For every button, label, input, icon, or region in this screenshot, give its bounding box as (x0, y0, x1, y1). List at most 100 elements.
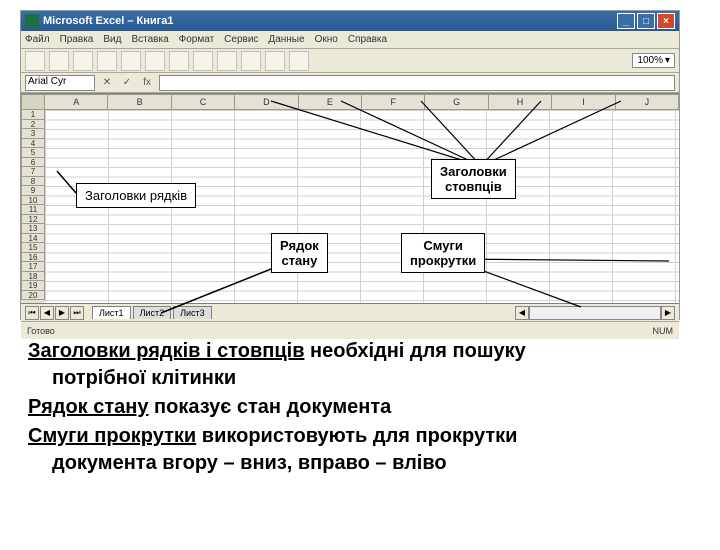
row-header-14[interactable]: 14 (21, 234, 45, 244)
annotation-scrollbars: Смуги прокрутки (401, 233, 485, 273)
sum-button[interactable] (241, 51, 261, 71)
term-scrollbars: Смуги прокрутки (28, 425, 196, 447)
open-button[interactable] (49, 51, 69, 71)
menu-tools[interactable]: Сервис (224, 34, 258, 45)
cancel-icon[interactable]: ✕ (99, 75, 115, 91)
row-header-2[interactable]: 2 (21, 120, 45, 130)
term-row-col-headers: Заголовки рядків і стовпців (28, 340, 305, 362)
standard-toolbar: 100% ▾ (21, 49, 679, 73)
chevron-down-icon: ▾ (665, 55, 670, 66)
name-box[interactable]: Arial Cyr (25, 75, 95, 91)
excel-screenshot: Microsoft Excel – Книга1 _ □ × Файл Прав… (20, 10, 680, 320)
maximize-button[interactable]: □ (637, 13, 655, 29)
annotation-column-headers-l1: Заголовки (440, 164, 507, 179)
sheet-tab-bar: ⏮ ◀ ▶ ⏭ Лист1 Лист2 Лист3 ◀ ▶ (21, 303, 679, 321)
redo-button[interactable] (217, 51, 237, 71)
text-p3-b: використовують для прокрутки (196, 425, 517, 447)
paste-button[interactable] (169, 51, 189, 71)
col-header-E[interactable]: E (299, 94, 362, 110)
fx-icon[interactable]: fx (139, 75, 155, 91)
sheet-tab-2[interactable]: Лист2 (133, 306, 172, 319)
row-header-6[interactable]: 6 (21, 158, 45, 168)
menu-file[interactable]: Файл (25, 34, 50, 45)
col-header-C[interactable]: C (172, 94, 235, 110)
tab-nav-first[interactable]: ⏮ (25, 306, 39, 320)
horizontal-scrollbar[interactable]: ◀ ▶ (515, 306, 675, 320)
col-header-F[interactable]: F (362, 94, 425, 110)
close-button[interactable]: × (657, 13, 675, 29)
menu-format[interactable]: Формат (179, 34, 215, 45)
scroll-track[interactable] (529, 306, 661, 320)
row-header-13[interactable]: 13 (21, 224, 45, 234)
col-header-D[interactable]: D (235, 94, 298, 110)
tab-nav-next[interactable]: ▶ (55, 306, 69, 320)
window-controls: _ □ × (617, 13, 675, 29)
col-header-G[interactable]: G (425, 94, 488, 110)
select-all-corner[interactable] (21, 94, 45, 110)
col-header-A[interactable]: A (45, 94, 108, 110)
col-header-H[interactable]: H (489, 94, 552, 110)
tab-nav-prev[interactable]: ◀ (40, 306, 54, 320)
row-header-11[interactable]: 11 (21, 205, 45, 215)
undo-button[interactable] (193, 51, 213, 71)
menu-edit[interactable]: Правка (60, 34, 94, 45)
row-header-17[interactable]: 17 (21, 262, 45, 272)
menu-data[interactable]: Данные (268, 34, 304, 45)
minimize-button[interactable]: _ (617, 13, 635, 29)
tab-nav-last[interactable]: ⏭ (70, 306, 84, 320)
menu-view[interactable]: Вид (103, 34, 121, 45)
excel-icon (25, 14, 39, 28)
numlock-indicator: NUM (653, 326, 674, 336)
col-header-B[interactable]: B (108, 94, 171, 110)
zoom-value: 100% (637, 55, 663, 66)
row-header-20[interactable]: 20 (21, 291, 45, 301)
zoom-selector[interactable]: 100% ▾ (632, 53, 675, 68)
new-button[interactable] (25, 51, 45, 71)
row-header-7[interactable]: 7 (21, 167, 45, 177)
sheet-tab-1[interactable]: Лист1 (92, 306, 131, 319)
confirm-icon[interactable]: ✓ (119, 75, 135, 91)
scroll-right-icon[interactable]: ▶ (661, 306, 675, 320)
print-button[interactable] (97, 51, 117, 71)
formula-input[interactable] (159, 75, 675, 91)
row-header-12[interactable]: 12 (21, 215, 45, 225)
row-header-10[interactable]: 10 (21, 196, 45, 206)
sort-button[interactable] (265, 51, 285, 71)
row-header-9[interactable]: 9 (21, 186, 45, 196)
row-header-8[interactable]: 8 (21, 177, 45, 187)
cut-button[interactable] (121, 51, 141, 71)
row-header-16[interactable]: 16 (21, 253, 45, 263)
row-header-5[interactable]: 5 (21, 148, 45, 158)
row-header-4[interactable]: 4 (21, 139, 45, 149)
row-header-19[interactable]: 19 (21, 281, 45, 291)
copy-button[interactable] (145, 51, 165, 71)
annotation-scrollbars-l1: Смуги (423, 238, 462, 253)
menubar: Файл Правка Вид Вставка Формат Сервис Да… (21, 31, 679, 49)
text-p2-b: показує стан документа (148, 396, 391, 418)
menu-insert[interactable]: Вставка (131, 34, 168, 45)
window-title: Microsoft Excel – Книга1 (43, 15, 173, 27)
annotation-status-row-l2: стану (281, 253, 317, 268)
menu-window[interactable]: Окно (315, 34, 338, 45)
sheet-tab-3[interactable]: Лист3 (173, 306, 212, 319)
chart-button[interactable] (289, 51, 309, 71)
row-header-3[interactable]: 3 (21, 129, 45, 139)
col-header-J[interactable]: J (616, 94, 679, 110)
row-header-1[interactable]: 1 (21, 110, 45, 120)
column-headers: A B C D E F G H I J (45, 94, 679, 110)
save-button[interactable] (73, 51, 93, 71)
scroll-left-icon[interactable]: ◀ (515, 306, 529, 320)
text-p1-c: потрібної клітинки (28, 365, 692, 392)
term-status-row: Рядок стану (28, 396, 148, 418)
formula-bar: Arial Cyr ✕ ✓ fx (21, 73, 679, 93)
annotation-column-headers-l2: стовпців (445, 179, 502, 194)
menu-help[interactable]: Справка (348, 34, 387, 45)
status-text: Готово (27, 326, 55, 336)
row-header-15[interactable]: 15 (21, 243, 45, 253)
annotation-row-headers-label: Заголовки рядків (85, 188, 187, 203)
row-headers: 1 2 3 4 5 6 7 8 9 10 11 12 13 14 15 16 1… (21, 94, 45, 303)
annotation-scrollbars-l2: прокрутки (410, 253, 476, 268)
titlebar: Microsoft Excel – Книга1 _ □ × (21, 11, 679, 31)
row-header-18[interactable]: 18 (21, 272, 45, 282)
col-header-I[interactable]: I (552, 94, 615, 110)
